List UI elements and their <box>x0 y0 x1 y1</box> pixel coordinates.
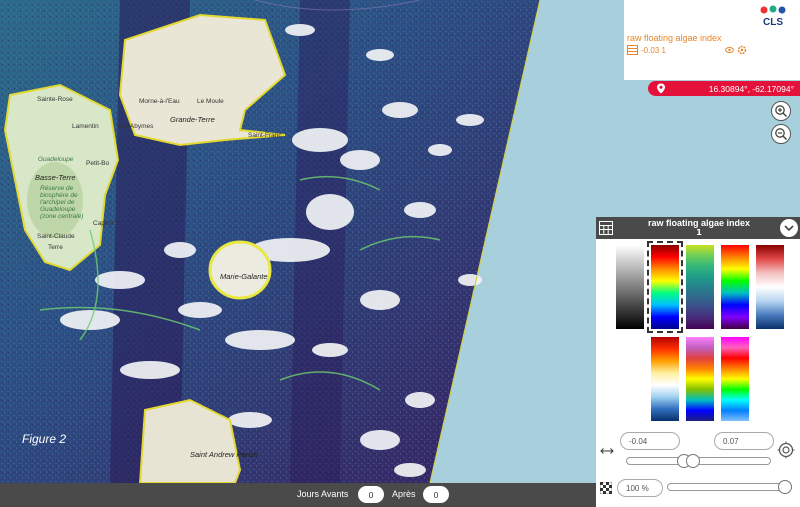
max-value-input[interactable]: 0.07 <box>714 432 774 450</box>
palette-panel-title: raw floating algae index <box>647 218 751 228</box>
min-value-input[interactable]: -0.04 <box>620 432 680 450</box>
zoom-out-icon <box>775 128 788 141</box>
opacity-slider-handle[interactable] <box>778 480 792 494</box>
place-label: Saint Andrew Parish <box>190 450 258 459</box>
zoom-out-button[interactable] <box>771 124 791 144</box>
legend-range: -0.03 1 <box>641 45 666 55</box>
place-label: Marie-Galante <box>220 272 268 281</box>
palette-swatch-banded[interactable] <box>721 337 749 421</box>
place-label: Terre <box>48 244 63 251</box>
land-marie-galante <box>208 240 272 300</box>
palette-swatch-viridis[interactable] <box>686 245 714 329</box>
zoom-in-icon <box>775 105 788 118</box>
palette-panel-header: raw floating algae index 1 <box>596 217 800 239</box>
layer-legend: CLS raw floating algae index -0.03 1 <box>624 0 800 80</box>
place-label: Saint-Franç <box>248 132 282 139</box>
cls-logo: CLS <box>760 5 786 28</box>
palette-swatch-hot-cold[interactable] <box>651 337 679 421</box>
chevron-down-icon <box>784 225 794 232</box>
settings-icon[interactable] <box>737 45 747 55</box>
place-label: Le Moule <box>197 98 224 105</box>
opacity-input[interactable]: 100 % <box>617 479 663 497</box>
collapse-button[interactable] <box>780 219 798 237</box>
range-slider-max-handle[interactable] <box>685 454 700 468</box>
place-label: Lamentin <box>72 123 99 130</box>
days-after-label: Après <box>392 489 416 499</box>
map-application: Sainte-Rose Morne-à-l'Eau Le Moule Grande-T… <box>0 0 800 507</box>
palette-panel-subtitle: 1 <box>696 228 702 237</box>
palette-icon[interactable] <box>627 45 638 55</box>
coordinate-readout: 16.30894°, -62.17094° <box>648 81 800 96</box>
place-label: Petit-Bo <box>86 160 110 167</box>
palette-swatch-spectral[interactable] <box>721 245 749 329</box>
date-offset-bar: Jours Avants 0 Après 0 <box>0 483 596 507</box>
svg-text:CLS: CLS <box>763 17 783 28</box>
place-label: Les Abymes <box>118 123 154 130</box>
coordinate-text: 16.30894°, -62.17094° <box>708 83 794 94</box>
figure-label: Figure 2 <box>22 432 67 446</box>
place-label: Morne-à-l'Eau <box>139 98 180 105</box>
palette-swatch-multicolor[interactable] <box>686 337 714 421</box>
calculator-icon[interactable] <box>599 221 613 235</box>
legend-row: -0.03 1 <box>627 45 747 55</box>
days-after-input[interactable]: 0 <box>423 486 449 503</box>
place-label: Basse-Terre <box>35 173 76 182</box>
place-label: Sainte-Rose <box>37 96 73 103</box>
range-arrows-icon <box>600 448 614 454</box>
place-label: Guadeloupe <box>38 156 74 163</box>
opacity-icon <box>600 482 612 494</box>
place-label: Grande-Terre <box>170 115 215 124</box>
zoom-in-button[interactable] <box>771 101 791 121</box>
opacity-slider-track[interactable] <box>667 483 792 491</box>
eye-icon[interactable] <box>724 46 734 54</box>
location-pin-icon <box>657 83 665 94</box>
place-label: Saint-Claude <box>37 233 75 240</box>
place-label: Capest <box>93 220 114 227</box>
palette-swatch-redblue[interactable] <box>756 245 784 329</box>
place-label: Réserve de biosphère de l'archipel de Gu… <box>40 185 84 220</box>
palette-swatch-jet[interactable] <box>647 241 683 333</box>
palette-swatch-greyscale[interactable] <box>616 245 644 329</box>
days-before-label: Jours Avants <box>297 489 349 499</box>
legend-title: raw floating algae index <box>627 33 722 43</box>
auto-range-icon[interactable] <box>777 441 795 459</box>
days-before-input[interactable]: 0 <box>358 486 384 503</box>
